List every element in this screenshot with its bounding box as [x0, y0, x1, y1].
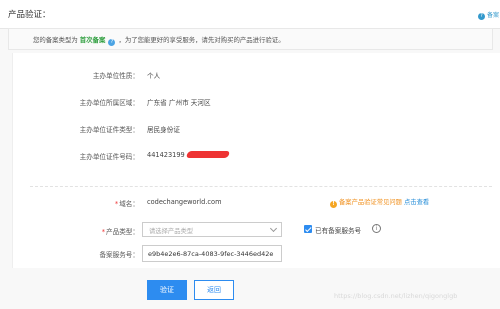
has-service-code-label[interactable]: 已有备案服务号 [315, 225, 361, 235]
has-service-code-checkbox[interactable] [304, 225, 312, 233]
domain-label: *域名： [115, 198, 139, 208]
product-type-select[interactable]: 请选择产品类型 [142, 222, 282, 237]
notice-suffix: ，为了您能更好的享受服务，请先对购买的产品进行验证。 [118, 36, 285, 44]
service-code-value: e9b4e2e6-87ca-4083-9fec-3446ed42e [148, 250, 274, 258]
info-value: 441423199 [147, 151, 185, 159]
domain-value: codechangeworld.com [147, 198, 222, 206]
required-mark: * [101, 228, 106, 236]
notice-text: 您的备案类型为 首次备案 ? ，为了您能更好的享受服务，请先对购买的产品进行验证… [33, 35, 285, 46]
verify-button[interactable]: 验证 [147, 280, 187, 300]
service-code-label: 备案服务号： [99, 251, 139, 259]
info-value: 个人 [147, 72, 161, 80]
warning-icon: ! [330, 201, 337, 208]
info-label: 主办单位性质： [92, 72, 139, 80]
info-label: 主办单位所属区域： [79, 99, 139, 107]
product-type-label-text: 产品类型： [106, 228, 139, 236]
faq-text: 备案产品验证常见问题 [339, 199, 402, 206]
notice-prefix: 您的备案类型为 [33, 36, 78, 44]
info-value: 居民身份证 [147, 126, 180, 134]
info-label: 主办单位证件号码： [79, 153, 139, 161]
info-label: 主办单位证件类型： [79, 126, 139, 134]
help-link-label: 备案 [487, 12, 500, 19]
watermark: https://blog.csdn.net/lizhen/qigonglgb [334, 292, 458, 300]
notice-bar: 您的备案类型为 首次备案 ? ，为了您能更好的享受服务，请先对购买的产品进行验证… [8, 28, 493, 50]
redaction-mark [185, 151, 231, 158]
divider [30, 186, 492, 187]
help-link[interactable]: ? 备案 [478, 10, 499, 20]
product-type-label: *产品类型： [102, 226, 139, 236]
back-button[interactable]: 返回 [194, 280, 234, 300]
faq-link[interactable]: 点击查看 [404, 199, 429, 206]
service-code-input[interactable]: e9b4e2e6-87ca-4083-9fec-3446ed42e [142, 245, 282, 262]
info-icon[interactable]: i [372, 224, 381, 233]
required-mark: * [114, 200, 119, 208]
question-icon: ? [478, 13, 485, 20]
product-type-placeholder: 请选择产品类型 [149, 228, 194, 235]
chevron-down-icon [269, 224, 278, 233]
faq-notice: ! 备案产品验证常见问题 点击查看 [330, 197, 429, 208]
filing-type: 首次备案 [79, 36, 106, 44]
domain-label-text: 域名： [119, 200, 139, 208]
header-bar: 产品验证： ? 备案 [0, 0, 500, 28]
info-value: 广东省 广州市 天河区 [147, 99, 211, 107]
page-title: 产品验证： [8, 10, 51, 20]
question-icon[interactable]: ? [108, 39, 116, 46]
